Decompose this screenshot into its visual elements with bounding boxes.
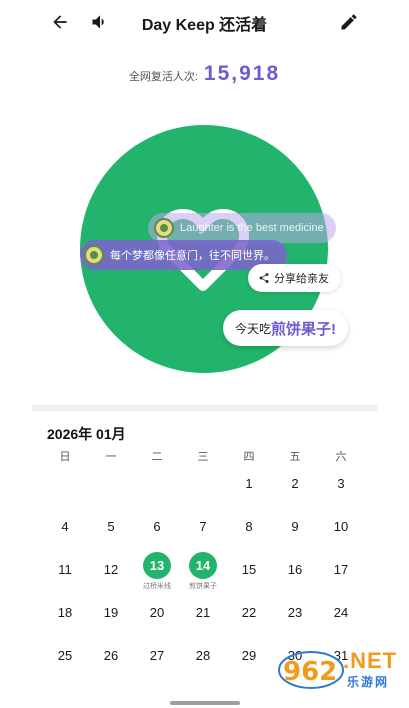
calendar-day[interactable]: 15 xyxy=(226,548,272,591)
calendar-day[interactable]: 5 xyxy=(88,505,134,548)
day-number: 21 xyxy=(195,605,211,620)
calendar-day[interactable]: 14 煎饼果子 xyxy=(180,548,226,591)
share-icon xyxy=(259,273,269,283)
day-number: 25 xyxy=(57,648,73,663)
share-button[interactable]: 分享给亲友 xyxy=(248,264,341,292)
share-label: 分享给亲友 xyxy=(274,273,329,285)
calendar-day[interactable]: 8 xyxy=(226,505,272,548)
calendar-day[interactable]: 17 xyxy=(318,548,364,591)
calendar-day[interactable]: 7 xyxy=(180,505,226,548)
pencil-icon xyxy=(341,14,357,30)
today-food: 煎饼果子! xyxy=(271,320,337,338)
day-number: 6 xyxy=(153,519,161,534)
day-number: 19 xyxy=(103,605,119,620)
today-meal-bubble[interactable]: 今天吃 煎饼果子! xyxy=(223,310,349,346)
danmu-text: Laughter is the best medicine xyxy=(180,222,324,234)
day-number: 29 xyxy=(241,648,257,663)
calendar-day[interactable]: 9 xyxy=(272,505,318,548)
calendar-day[interactable]: 27 xyxy=(134,634,180,677)
day-number: 8 xyxy=(245,519,253,534)
calendar-day[interactable]: 24 xyxy=(318,591,364,634)
day-number: 27 xyxy=(149,648,165,663)
calendar-day[interactable]: 26 xyxy=(88,634,134,677)
watermark-suffix: .NET xyxy=(343,648,398,673)
day-number: 24 xyxy=(333,605,349,620)
calendar-day[interactable]: 3 xyxy=(318,462,364,505)
day-number: 28 xyxy=(195,648,211,663)
edit-button[interactable] xyxy=(335,8,363,36)
day-number: 20 xyxy=(149,605,165,620)
calendar-empty-cell xyxy=(88,462,134,505)
day-number: 5 xyxy=(107,519,115,534)
today-prefix: 今天吃 xyxy=(235,321,272,336)
calendar-day[interactable]: 21 xyxy=(180,591,226,634)
calendar-day[interactable]: 11 xyxy=(42,548,88,591)
day-number: 14 xyxy=(189,552,217,579)
watermark-graphic: 962 xyxy=(278,651,344,689)
calendar-empty-cell xyxy=(42,462,88,505)
month-label[interactable]: 2026年 01月 xyxy=(47,424,126,444)
calendar-day[interactable]: 12 xyxy=(88,548,134,591)
day-number: 22 xyxy=(241,605,257,620)
day-number: 15 xyxy=(241,562,257,577)
day-number: 4 xyxy=(61,519,69,534)
day-note: 过桥米线 xyxy=(143,583,171,590)
top-bar: Day Keep 还活着 xyxy=(0,0,409,44)
day-number: 10 xyxy=(333,519,349,534)
danmu-bubble: Laughter is the best medicine xyxy=(148,213,336,243)
day-number: 17 xyxy=(333,562,349,577)
calendar-day[interactable]: 29 xyxy=(226,634,272,677)
day-number: 16 xyxy=(287,562,303,577)
section-divider xyxy=(32,405,377,411)
calendar-day[interactable]: 16 xyxy=(272,548,318,591)
calendar-day[interactable]: 22 xyxy=(226,591,272,634)
day-number: 1 xyxy=(245,476,253,491)
calendar-empty-cell xyxy=(134,462,180,505)
calendar-grid: 1 2 3 4 5 6 7 8 9 10 11 12 13 过桥米线 14 煎饼果子 15 16 17 18 19 20 2… xyxy=(42,462,364,677)
calendar-day[interactable]: 19 xyxy=(88,591,134,634)
svg-text:962: 962 xyxy=(283,657,337,687)
day-number: 9 xyxy=(291,519,299,534)
day-number: 12 xyxy=(103,562,119,577)
revive-counter: 全网复活人次: 15,918 xyxy=(0,62,409,86)
day-note: 煎饼果子 xyxy=(189,583,217,590)
calendar-empty-cell xyxy=(180,462,226,505)
day-number: 13 xyxy=(143,552,171,579)
avatar xyxy=(84,245,104,265)
watermark-logo: 962 .NET 乐游网 xyxy=(277,648,403,692)
calendar-day[interactable]: 4 xyxy=(42,505,88,548)
calendar-day[interactable]: 20 xyxy=(134,591,180,634)
home-indicator[interactable] xyxy=(170,701,240,705)
calendar-day[interactable]: 10 xyxy=(318,505,364,548)
calendar-day[interactable]: 6 xyxy=(134,505,180,548)
calendar-day[interactable]: 2 xyxy=(272,462,318,505)
counter-value: 15,918 xyxy=(203,62,281,85)
day-number: 11 xyxy=(58,562,72,577)
day-number: 2 xyxy=(291,476,299,491)
day-number: 18 xyxy=(57,605,73,620)
calendar-day[interactable]: 25 xyxy=(42,634,88,677)
day-number: 7 xyxy=(199,519,207,534)
calendar-day[interactable]: 18 xyxy=(42,591,88,634)
day-number: 26 xyxy=(103,648,119,663)
watermark-sub: 乐游网 xyxy=(347,675,390,689)
counter-label: 全网复活人次: xyxy=(128,71,198,83)
day-number: 3 xyxy=(337,476,345,491)
danmu-text: 每个梦都像任意门，往不同世界。 xyxy=(110,250,275,262)
calendar-day[interactable]: 23 xyxy=(272,591,318,634)
calendar-day[interactable]: 1 xyxy=(226,462,272,505)
day-number: 23 xyxy=(287,605,303,620)
avatar xyxy=(154,218,174,238)
calendar-day[interactable]: 13 过桥米线 xyxy=(134,548,180,591)
calendar-day[interactable]: 28 xyxy=(180,634,226,677)
